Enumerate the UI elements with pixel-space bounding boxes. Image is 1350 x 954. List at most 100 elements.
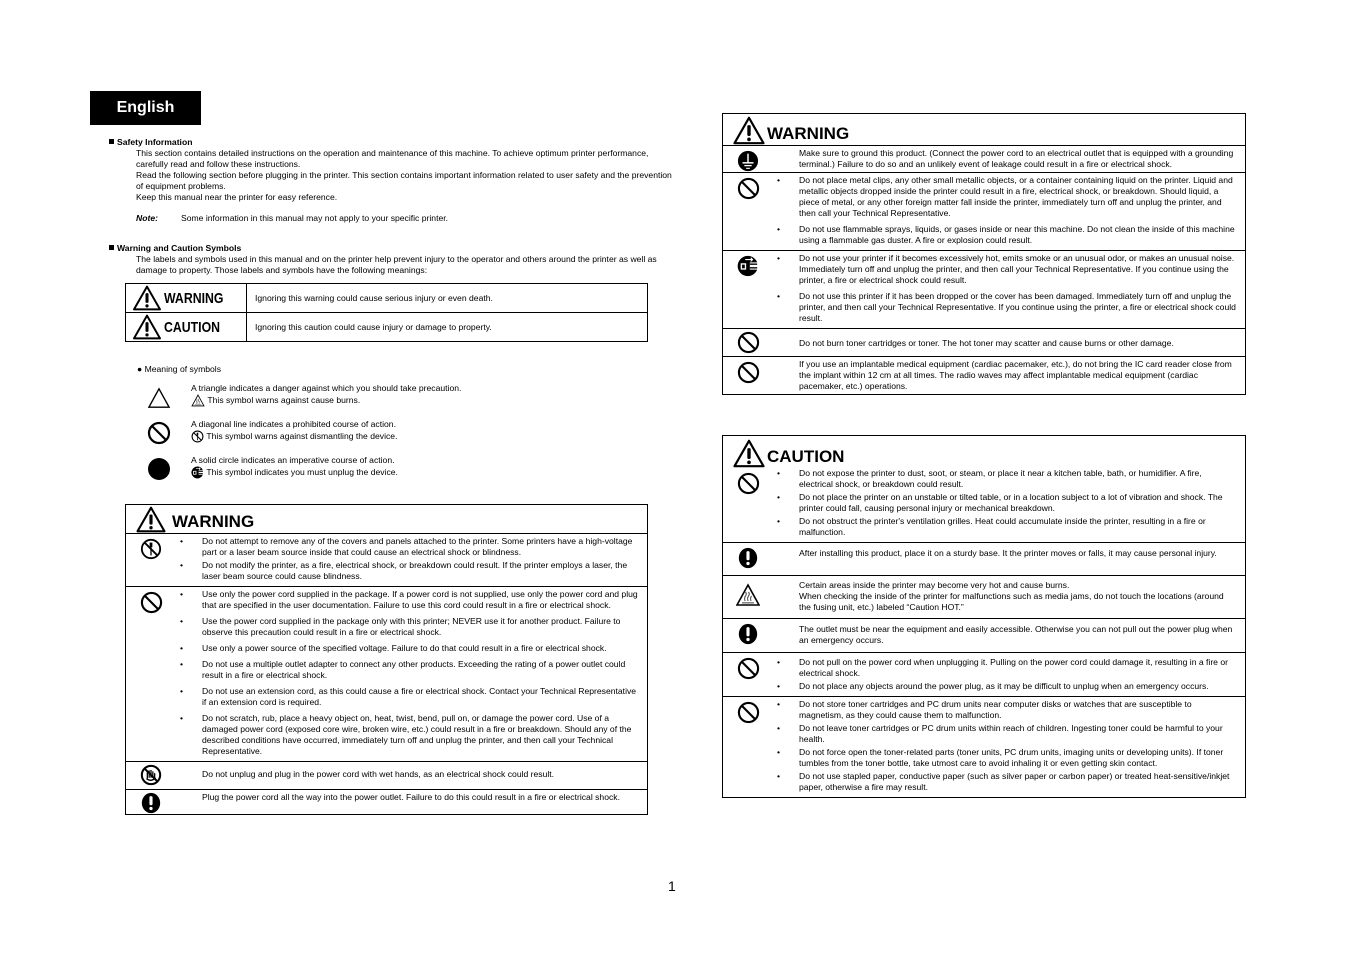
prohibited-icon (140, 591, 163, 614)
caution-row: The outlet must be near the equipment an… (723, 619, 1245, 653)
warning-box-right: WARNING Make sure to ground this product… (722, 113, 1246, 395)
safety-heading-text: Safety Information (117, 137, 193, 147)
meaning-line: A triangle indicates a danger against wh… (191, 383, 462, 393)
hot-surface-icon (736, 583, 760, 607)
symbols-heading-text: Warning and Caution Symbols (117, 243, 242, 253)
solid-circle-icon (147, 457, 171, 481)
meaning-heading-text: Meaning of symbols (144, 364, 222, 374)
note-text: Some information in this manual may not … (181, 213, 449, 223)
warning-triangle-icon (733, 116, 765, 145)
warning-box-title: WARNING (723, 114, 1245, 146)
prohibited-icon (737, 472, 760, 495)
caution-title-text: CAUTION (767, 447, 845, 466)
caution-text: Certain areas inside the printer may bec… (799, 580, 1224, 612)
warning-text: Make sure to ground this product. (Conne… (799, 148, 1234, 169)
warning-bullet: Use the power cord supplied in the packa… (180, 616, 639, 638)
prohibited-icon (737, 657, 760, 680)
note: Note: Some information in this manual may… (136, 213, 448, 223)
meaning-item: A solid circle indicates an imperative c… (126, 455, 626, 491)
safety-paragraph: Keep this manual near the printer for ea… (136, 192, 338, 202)
safety-body: This section contains detailed instructi… (136, 148, 681, 203)
safety-heading: Safety Information (109, 137, 192, 147)
meaning-item: A triangle indicates a danger against wh… (126, 383, 626, 419)
prohibited-icon (737, 177, 760, 200)
symbols-heading: Warning and Caution Symbols (109, 243, 241, 253)
warning-row: Use only the power cord supplied in the … (126, 587, 647, 762)
warning-row: Do not burn toner cartridges or toner. T… (723, 329, 1245, 357)
caution-bullet: Do not store toner cartridges and PC dru… (777, 699, 1237, 721)
prohibited-icon (737, 331, 760, 354)
caution-text: After installing this product, place it … (799, 548, 1217, 558)
legend-label: CAUTION (164, 318, 221, 336)
meaning-example: This symbol indicates you must unplug th… (206, 467, 398, 477)
warning-row: Do not attempt to remove any of the cove… (126, 534, 647, 587)
caution-bullet: Do not expose the printer to dust, soot,… (777, 468, 1237, 490)
warning-triangle-icon (733, 439, 765, 468)
meaning-example: This symbol warns against cause burns. (207, 395, 361, 405)
caution-row: Do not store toner cartridges and PC dru… (723, 697, 1245, 797)
warning-bullet: Use only the power cord supplied in the … (180, 589, 639, 611)
warning-text: If you use an implantable medical equipm… (799, 359, 1232, 391)
meaning-line: A diagonal line indicates a prohibited c… (191, 419, 396, 429)
caution-row: Do not expose the printer to dust, soot,… (723, 468, 1245, 543)
meaning-heading: ● Meaning of symbols (137, 364, 222, 374)
warning-title-text: WARNING (767, 124, 850, 143)
caution-bullet: Do not obstruct the printer's ventilatio… (777, 516, 1237, 538)
ground-icon (737, 150, 759, 172)
caution-box-title: CAUTION (723, 436, 1245, 468)
warning-bullet: Do not place metal clips, any other smal… (777, 175, 1237, 219)
warning-box-left: WARNING Do not attempt to remove any of … (125, 504, 648, 815)
warning-triangle-icon (136, 506, 166, 533)
legend-row-caution: CAUTION Ignoring this caution could caus… (125, 312, 648, 342)
legend-table: WARNING Ignoring this warning could caus… (125, 283, 648, 342)
caution-row: Do not pull on the power cord when unplu… (723, 653, 1245, 697)
caution-bullet: Do not force open the toner-related part… (777, 747, 1237, 769)
caution-bullet: Do not use stapled paper, conductive pap… (777, 771, 1237, 793)
exclamation-icon (737, 623, 759, 645)
meaning-item: A diagonal line indicates a prohibited c… (126, 419, 626, 455)
exclamation-icon (737, 547, 759, 569)
warning-row: If you use an implantable medical equipm… (723, 357, 1245, 394)
warning-triangle-icon (132, 285, 162, 311)
warning-bullet: Do not use this printer if it has been d… (777, 291, 1237, 324)
warning-text: Plug the power cord all the way into the… (202, 792, 620, 802)
language-tab: English (90, 91, 201, 125)
unplug-icon (737, 255, 759, 277)
no-disassembly-icon (191, 430, 204, 443)
warning-text: Do not unplug and plug in the power cord… (202, 769, 555, 779)
symbols-intro: The labels and symbols used in this manu… (136, 254, 657, 275)
legend-text: Ignoring this warning could cause seriou… (246, 283, 648, 313)
prohibited-icon (737, 701, 760, 724)
caution-row: Certain areas inside the printer may bec… (723, 576, 1245, 619)
warning-bullet: Use only a power source of the specified… (180, 643, 639, 654)
warning-text: Do not burn toner cartridges or toner. T… (799, 338, 1174, 348)
warning-row: Plug the power cord all the way into the… (126, 790, 647, 814)
caution-bullet: Do not place the printer on an unstable … (777, 492, 1237, 514)
no-disassembly-icon (140, 538, 162, 560)
warning-box-title: WARNING (126, 505, 647, 534)
safety-paragraph: This section contains detailed instructi… (136, 148, 649, 169)
legend-row-warning: WARNING Ignoring this warning could caus… (125, 283, 648, 313)
caution-text: The outlet must be near the equipment an… (799, 624, 1233, 645)
warning-bullet: Do not use your printer if it becomes ex… (777, 253, 1237, 286)
meaning-example: This symbol warns against dismantling th… (206, 431, 398, 441)
caution-bullet: Do not leave toner cartridges or PC drum… (777, 723, 1237, 745)
warning-bullet: Do not use a multiple outlet adapter to … (180, 659, 639, 681)
meaning-line: A solid circle indicates an imperative c… (191, 455, 395, 465)
prohibited-icon (147, 421, 171, 445)
note-label: Note: (136, 213, 158, 223)
warning-bullet: Do not attempt to remove any of the cove… (180, 536, 639, 558)
exclamation-icon (140, 792, 162, 814)
caution-box: CAUTION Do not expose the printer to dus… (722, 435, 1246, 798)
no-wet-hands-icon (140, 764, 162, 786)
legend-label: WARNING (164, 289, 224, 307)
warning-bullet: Do not use an extension cord, as this co… (180, 686, 639, 708)
warning-bullet: Do not scratch, rub, place a heavy objec… (180, 713, 639, 757)
safety-paragraph: Read the following section before pluggi… (136, 170, 672, 191)
triangle-icon (147, 387, 171, 409)
hot-surface-icon (191, 394, 205, 407)
warning-bullet: Do not modify the printer, as a fire, el… (180, 560, 639, 582)
warning-title-text: WARNING (172, 512, 255, 531)
unplug-icon (191, 466, 204, 479)
warning-row: Do not use your printer if it becomes ex… (723, 251, 1245, 329)
